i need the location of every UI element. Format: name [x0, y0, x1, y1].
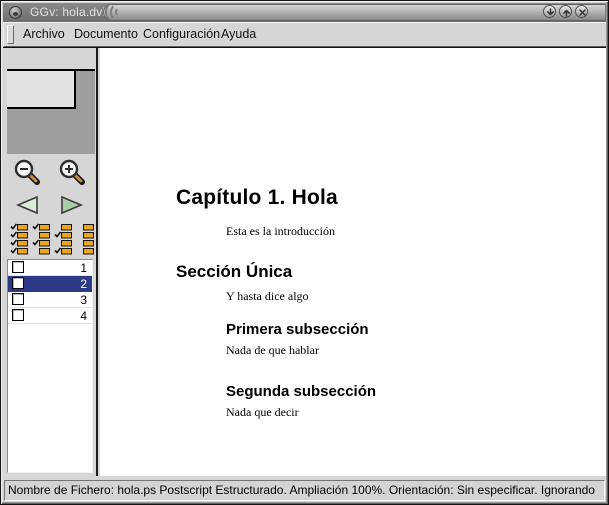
magnifier-minus-icon	[13, 158, 41, 186]
subsection2-title: Segunda subsección	[226, 383, 376, 400]
maximize-button[interactable]	[559, 5, 572, 18]
mark-even-pages-button[interactable]	[54, 223, 73, 259]
subsection1-title: Primera subsección	[226, 321, 369, 338]
mark-all-pages-button[interactable]	[10, 223, 29, 259]
page-thumbnail-panel	[7, 69, 95, 154]
magnifier-plus-icon	[58, 158, 86, 186]
chapter-title: Capítulo 1. Hola	[176, 186, 338, 210]
page-checkbox[interactable]	[12, 309, 24, 321]
subsection2-body-text: Nada que decir	[226, 405, 299, 420]
arrow-right-icon	[59, 195, 85, 215]
subsection1-body-text: Nada de que hablar	[226, 343, 319, 358]
arrow-down-icon	[544, 6, 557, 19]
chapter-intro-text: Esta es la introducción	[226, 224, 335, 239]
page-row-1[interactable]: 1	[8, 260, 92, 276]
ggv-window: GGv: hola.dvi Archivo Documento Configur…	[0, 0, 609, 505]
page-checkbox[interactable]	[12, 261, 24, 273]
clear-marks-icon	[76, 223, 95, 256]
mark-all-icon	[10, 223, 29, 256]
previous-page-button[interactable]	[14, 195, 40, 218]
arrow-up-icon	[560, 6, 573, 19]
clear-all-marks-button[interactable]	[76, 223, 95, 259]
page-thumbnail[interactable]	[7, 71, 76, 109]
mark-odd-pages-button[interactable]	[32, 223, 51, 259]
titlebar-grip[interactable]	[103, 4, 605, 21]
section-body-text: Y hasta dice algo	[226, 289, 309, 304]
titlebar[interactable]: GGv: hola.dvi	[3, 3, 606, 22]
zoom-out-button[interactable]	[13, 158, 41, 189]
menubar: Archivo Documento Configuración Ayuda	[3, 22, 606, 47]
close-button[interactable]	[575, 5, 588, 18]
status-message: Nombre de Fichero: hola.ps Postscript Es…	[8, 481, 604, 500]
page-list: 1 2 3 4	[7, 259, 93, 473]
mark-even-icon	[54, 223, 73, 256]
page-checkbox[interactable]	[12, 293, 24, 305]
mark-odd-icon	[32, 223, 51, 256]
next-page-button[interactable]	[59, 195, 85, 218]
document-view[interactable]: Capítulo 1. Hola Esta es la introducción…	[100, 48, 606, 476]
page-row-3[interactable]: 3	[8, 292, 92, 308]
window-title: GGv: hola.dvi	[30, 5, 105, 20]
arrow-left-icon	[14, 195, 40, 215]
close-x-icon	[576, 6, 589, 19]
page-number: 2	[80, 276, 87, 292]
menubar-drag-handle[interactable]	[7, 25, 14, 44]
section-title: Sección Única	[176, 262, 292, 282]
window-menu-icon[interactable]	[9, 6, 22, 19]
menu-archivo[interactable]: Archivo	[20, 23, 68, 46]
menu-configuracion[interactable]: Configuración	[140, 23, 223, 46]
page-checkbox[interactable]	[12, 277, 24, 289]
minimize-button[interactable]	[543, 5, 556, 18]
page-number: 1	[80, 260, 87, 276]
zoom-in-button[interactable]	[58, 158, 86, 189]
page-row-2[interactable]: 2	[8, 276, 92, 292]
menu-ayuda[interactable]: Ayuda	[218, 23, 259, 46]
menu-documento[interactable]: Documento	[71, 23, 141, 46]
page-number: 4	[80, 308, 87, 324]
statusbar: Nombre de Fichero: hola.ps Postscript Es…	[4, 480, 605, 501]
sidebar: 1 2 3 4	[3, 48, 98, 476]
page-row-4[interactable]: 4	[8, 308, 92, 324]
grip-arc-icon	[115, 7, 125, 17]
page-number: 3	[80, 292, 87, 308]
main-area: 1 2 3 4 Capítulo 1. Hola Esta es la int	[3, 48, 606, 476]
